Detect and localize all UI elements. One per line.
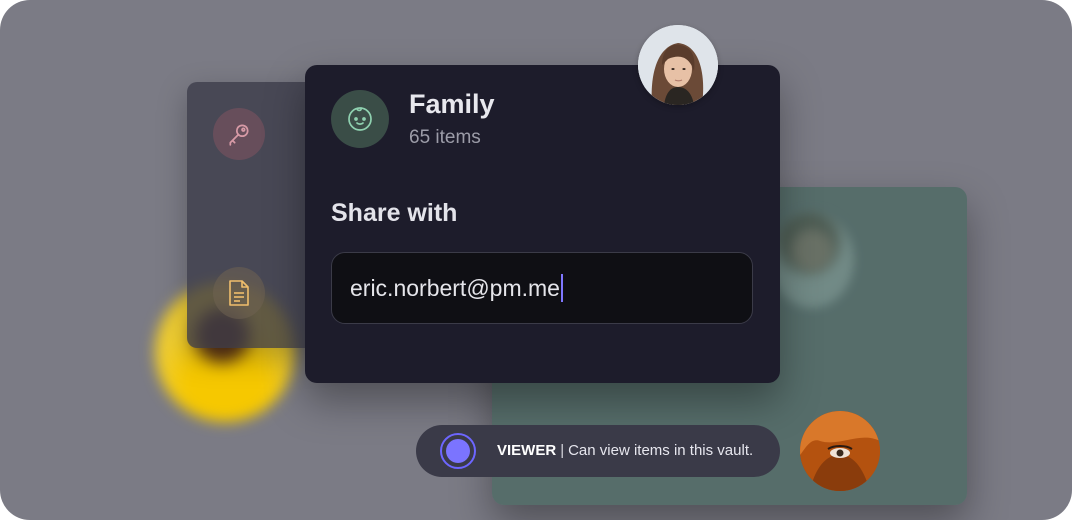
role-permission-text: Can view items in this vault. [568, 442, 754, 459]
text-caret [560, 274, 563, 302]
vault-name: Family [409, 89, 495, 119]
email-value: eric.norbert@pm.me [350, 274, 560, 301]
key-icon[interactable] [213, 108, 265, 160]
share-with-heading: Share with [331, 199, 458, 227]
member-avatar [638, 25, 718, 105]
role-radio[interactable] [440, 433, 476, 469]
stage: Family 65 items Share with eric.norbert@… [0, 0, 1072, 520]
note-icon[interactable] [213, 267, 265, 319]
role-separator: | [560, 442, 565, 459]
role-selector[interactable]: VIEWER | Can view items in this vault. [416, 425, 780, 477]
role-description: VIEWER | Can view items in this vault. [497, 442, 753, 459]
role-name: VIEWER [497, 442, 557, 459]
member-avatar [800, 411, 880, 491]
share-vault-card: Family 65 items Share with eric.norbert@… [305, 65, 780, 383]
email-field[interactable]: eric.norbert@pm.me [331, 252, 753, 324]
baby-face-icon [331, 90, 389, 148]
vault-item-count: 65 items [409, 127, 481, 148]
radio-selected-dot [446, 439, 470, 463]
